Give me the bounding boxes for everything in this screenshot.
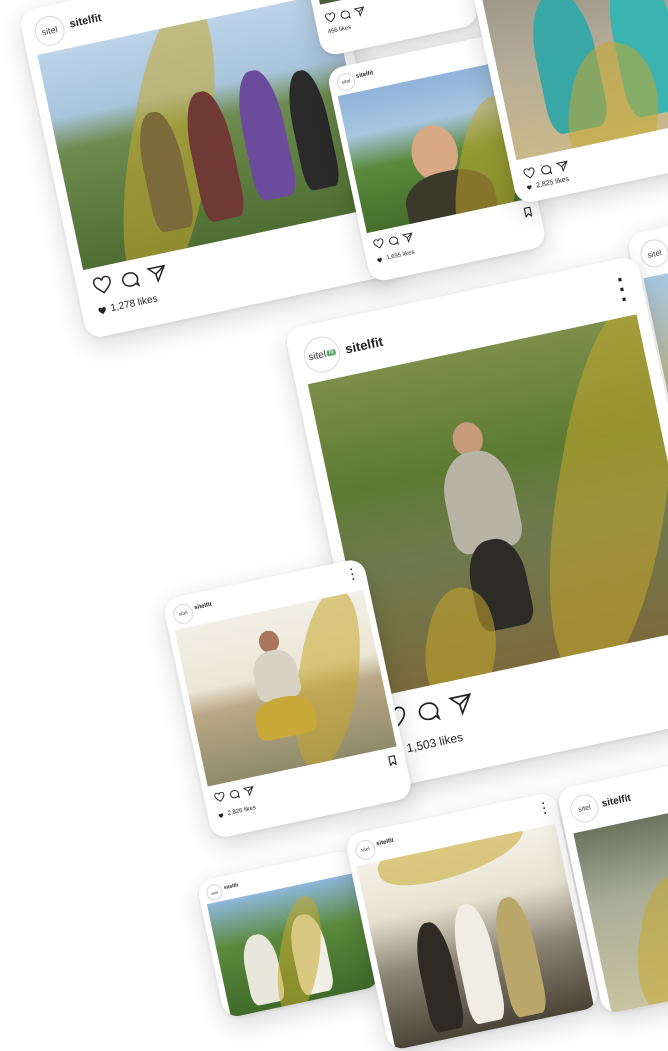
comment-icon[interactable]: [228, 788, 241, 800]
heart-icon[interactable]: [91, 274, 114, 296]
avatar-text: sitel: [307, 348, 328, 363]
heart-icon: [377, 257, 382, 262]
like-count[interactable]: 1,278 likes: [97, 293, 159, 316]
avatar[interactable]: sitel: [335, 71, 357, 93]
post-photo[interactable]: [174, 589, 397, 787]
heart-icon[interactable]: [213, 791, 226, 803]
likes-text: 2,826 likes: [227, 805, 257, 817]
share-icon[interactable]: [146, 263, 169, 285]
avatar[interactable]: sitel: [567, 791, 602, 826]
post-actions: [372, 232, 414, 250]
post-actions: [213, 785, 255, 803]
post-username[interactable]: sitelfit: [223, 882, 239, 891]
comment-icon[interactable]: [118, 269, 141, 291]
share-icon[interactable]: [401, 232, 415, 244]
heart-icon[interactable]: [522, 167, 536, 180]
likes-text: 1,695 likes: [385, 249, 416, 262]
bookmark-icon[interactable]: [523, 206, 533, 218]
post-username[interactable]: sitelfit: [68, 12, 102, 30]
like-count[interactable]: 1,695 likes: [376, 250, 415, 264]
post-card-group-photo: sitel sitelfit · · ·: [344, 791, 601, 1051]
likes-text: 1,503 likes: [405, 729, 465, 756]
avatar-text: sitel: [340, 78, 351, 86]
post-username[interactable]: sitelfit: [376, 838, 395, 848]
post-username[interactable]: sitelfit: [344, 334, 385, 357]
post-photo[interactable]: [479, 0, 668, 161]
post-photo[interactable]: [356, 823, 595, 1050]
post-photo[interactable]: [206, 873, 376, 1018]
avatar[interactable]: sitel fit: [300, 333, 344, 376]
heart-icon: [98, 306, 106, 314]
heart-icon: [526, 185, 532, 190]
more-options-icon[interactable]: · · ·: [614, 266, 630, 311]
post-actions: [91, 263, 169, 296]
share-icon[interactable]: [242, 785, 256, 797]
post-username[interactable]: sitelfit: [601, 793, 632, 810]
avatar-text: sitel: [40, 24, 59, 38]
brush-overlay: [627, 869, 668, 1014]
share-icon[interactable]: [448, 691, 476, 718]
more-options-icon[interactable]: · · ·: [540, 798, 548, 820]
more-options-icon[interactable]: · · ·: [349, 564, 357, 586]
heart-icon: [218, 812, 224, 818]
avatar[interactable]: sitel: [205, 882, 225, 902]
likes-text: 1,278 likes: [109, 293, 159, 315]
heart-icon[interactable]: [324, 12, 337, 24]
share-icon[interactable]: [353, 5, 366, 17]
likes-text: 2,825 likes: [535, 175, 570, 190]
avatar[interactable]: sitel: [171, 602, 196, 626]
post-actions: [324, 5, 366, 23]
bookmark-icon[interactable]: [387, 755, 397, 767]
like-count[interactable]: 2,826 likes: [218, 805, 257, 819]
avatar-badge: fit: [326, 348, 337, 357]
comment-icon[interactable]: [339, 9, 352, 21]
likes-text: 456 likes: [327, 24, 352, 36]
post-username[interactable]: sitelfit: [355, 70, 374, 80]
share-icon[interactable]: [555, 160, 570, 173]
avatar[interactable]: sitel: [31, 13, 68, 49]
avatar-text: sitel: [178, 610, 189, 618]
avatar[interactable]: sitel: [637, 236, 668, 271]
brush-overlay: [524, 314, 668, 691]
like-count[interactable]: 456 likes: [327, 25, 351, 36]
comment-icon[interactable]: [539, 163, 553, 176]
heart-icon[interactable]: [372, 238, 385, 250]
avatar-text: sitel: [360, 846, 371, 854]
avatar-text: sitel: [646, 247, 663, 260]
avatar-text: sitel: [210, 889, 219, 896]
avatar-text: sitel: [577, 803, 592, 814]
person-figure: [436, 444, 526, 557]
brush-overlay: [371, 823, 530, 901]
post-photo[interactable]: [305, 0, 461, 5]
avatar[interactable]: sitel: [353, 838, 378, 862]
post-username[interactable]: sitelfit: [194, 602, 213, 612]
comment-icon[interactable]: [387, 235, 400, 247]
comment-icon[interactable]: [414, 698, 442, 725]
